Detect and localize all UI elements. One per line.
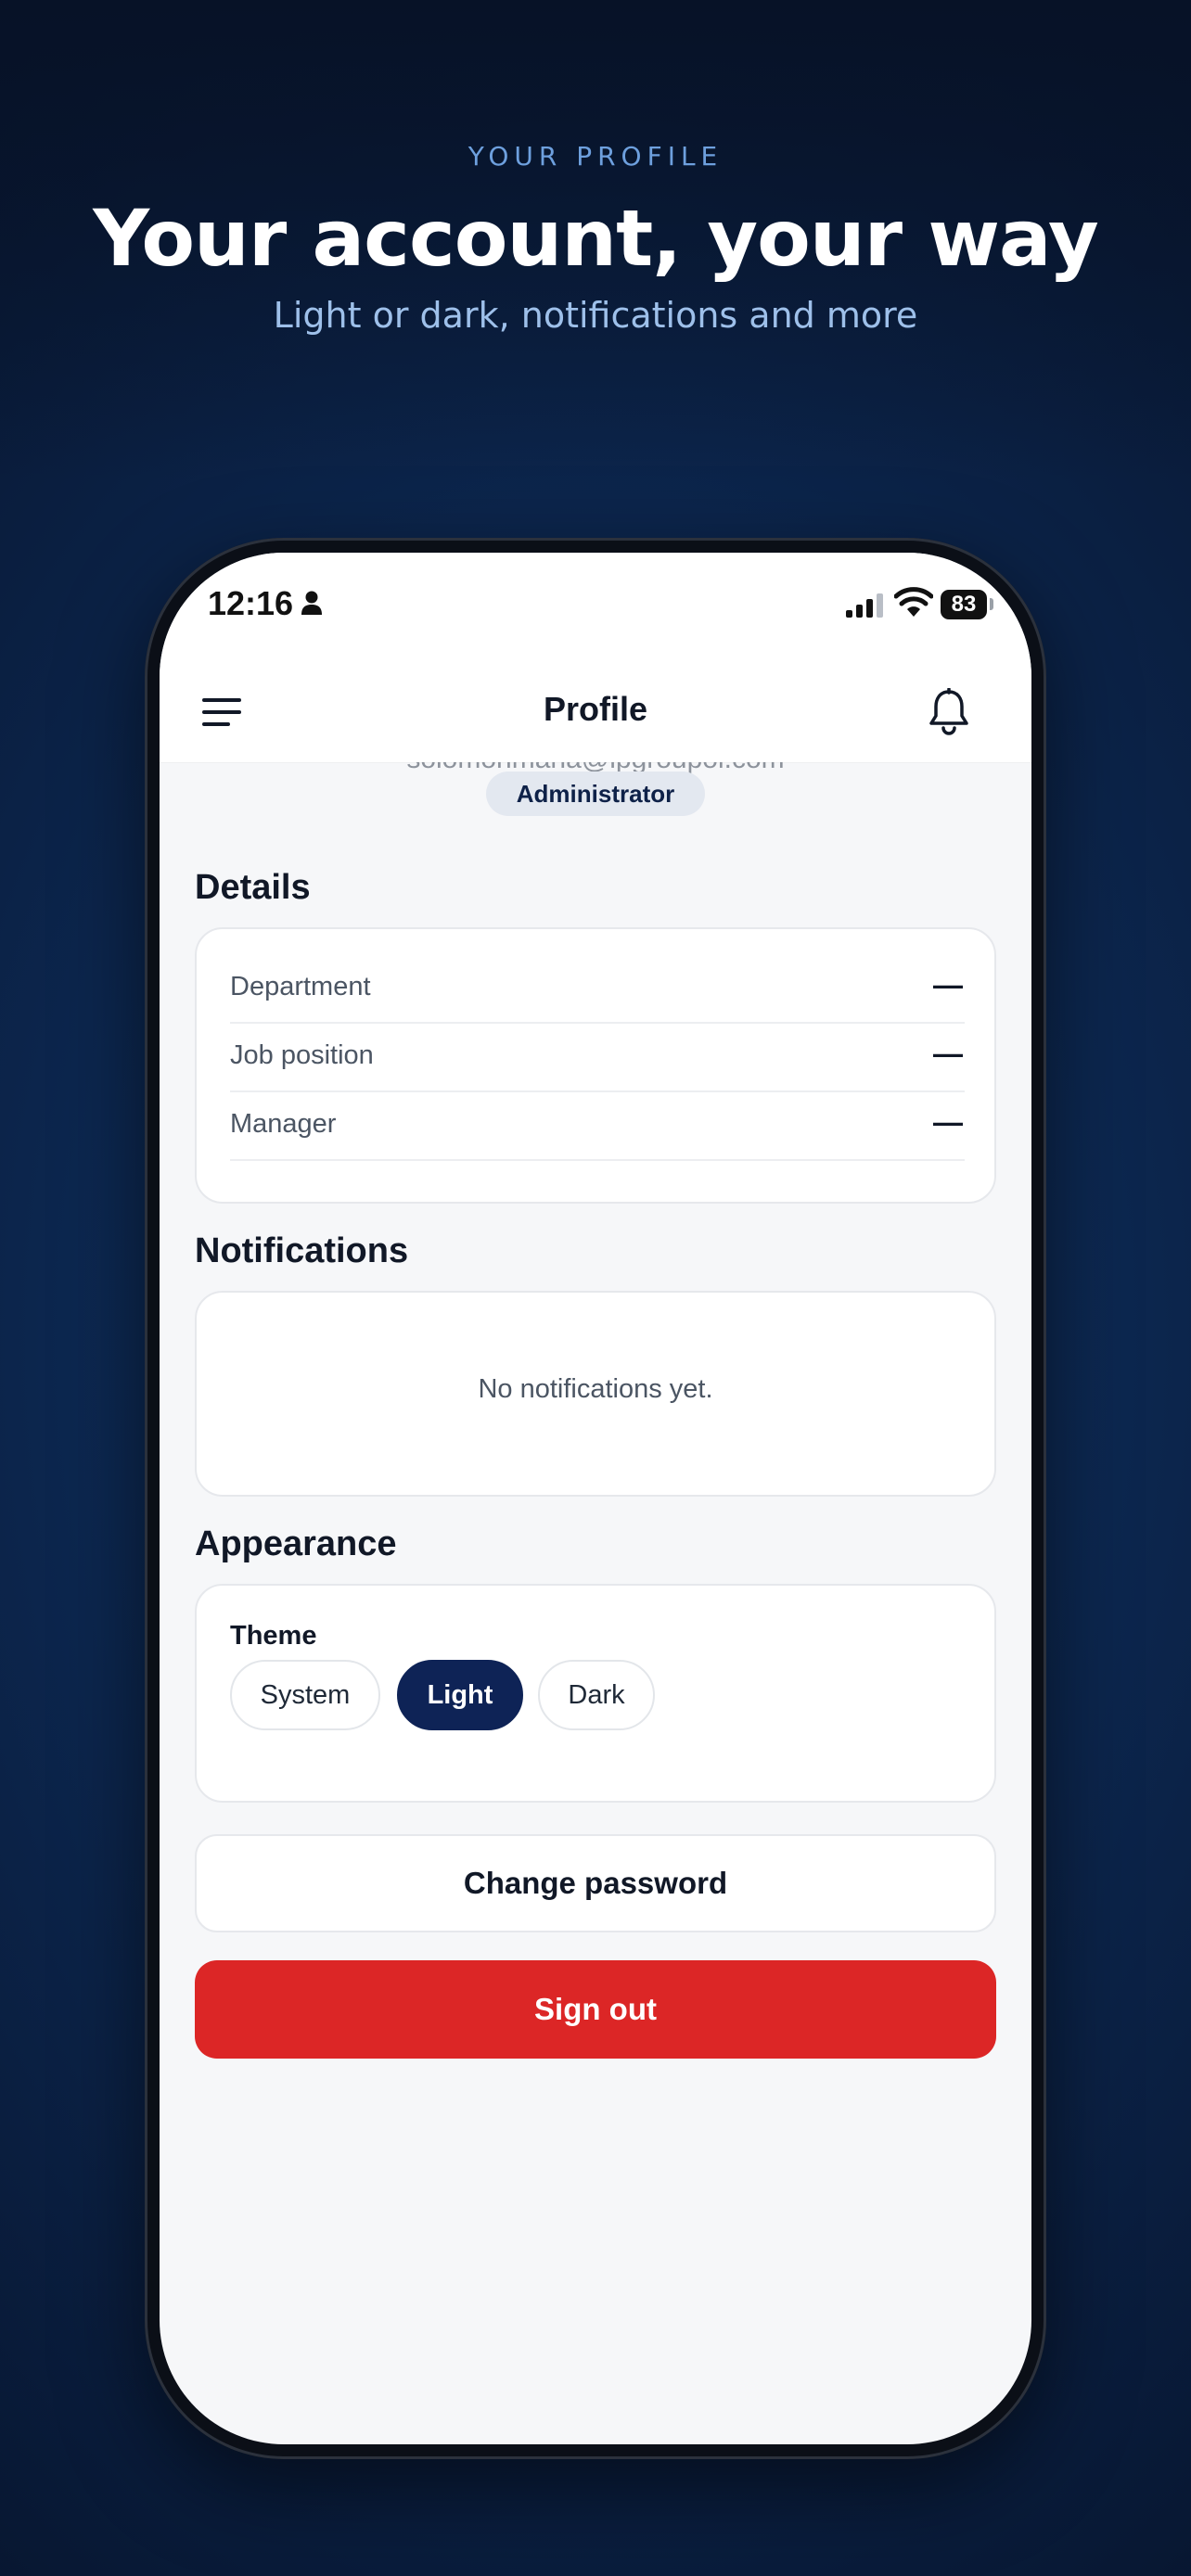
nav-bar: Profile — [160, 662, 1031, 762]
battery-cap — [990, 598, 993, 610]
detail-label: Department — [230, 972, 371, 1001]
person-icon — [301, 591, 322, 615]
status-bar: 12:16 83 — [160, 553, 1031, 662]
detail-value: — — [933, 1105, 963, 1139]
status-time: 12:16 — [208, 584, 294, 622]
battery-level: 83 — [951, 592, 977, 617]
phone-frame: 12:16 83 Profile Administrator Details D… — [145, 538, 1046, 2459]
theme-label: Theme — [230, 1621, 317, 1651]
details-card: Department — Job position — Manager — — [195, 927, 996, 1204]
hero-eyebrow: YOUR PROFILE — [467, 141, 724, 172]
detail-label: Job position — [230, 1040, 374, 1070]
detail-row-job-position: Job position — — [230, 1024, 965, 1092]
cellular-signal-icon — [846, 593, 883, 618]
hero-title: Your account, your way — [93, 193, 1099, 284]
detail-value: — — [933, 968, 963, 1001]
detail-label: Manager — [230, 1109, 337, 1139]
detail-value: — — [933, 1037, 963, 1070]
details-heading: Details — [195, 868, 311, 907]
bell-icon[interactable] — [928, 688, 970, 736]
battery-icon: 83 — [941, 590, 987, 619]
sign-out-button[interactable]: Sign out — [195, 1960, 996, 2059]
appearance-heading: Appearance — [195, 1524, 397, 1563]
role-badge: Administrator — [486, 772, 705, 816]
detail-row-manager: Manager — — [230, 1092, 965, 1161]
wifi-icon — [894, 587, 933, 617]
notifications-card: No notifications yet. — [195, 1291, 996, 1497]
detail-row-department: Department — — [230, 955, 965, 1024]
theme-option-dark[interactable]: Dark — [538, 1660, 655, 1730]
notifications-heading: Notifications — [195, 1231, 409, 1270]
appearance-card: Theme System Light Dark — [195, 1584, 996, 1803]
theme-option-light[interactable]: Light — [397, 1660, 523, 1730]
change-password-button[interactable]: Change password — [195, 1834, 996, 1932]
page-title: Profile — [543, 690, 648, 728]
theme-option-system[interactable]: System — [230, 1660, 380, 1730]
phone-screen: 12:16 83 Profile Administrator Details D… — [160, 553, 1031, 2444]
notifications-empty-text: No notifications yet. — [478, 1374, 713, 1404]
hero-subtitle: Light or dark, notifications and more — [273, 295, 918, 336]
